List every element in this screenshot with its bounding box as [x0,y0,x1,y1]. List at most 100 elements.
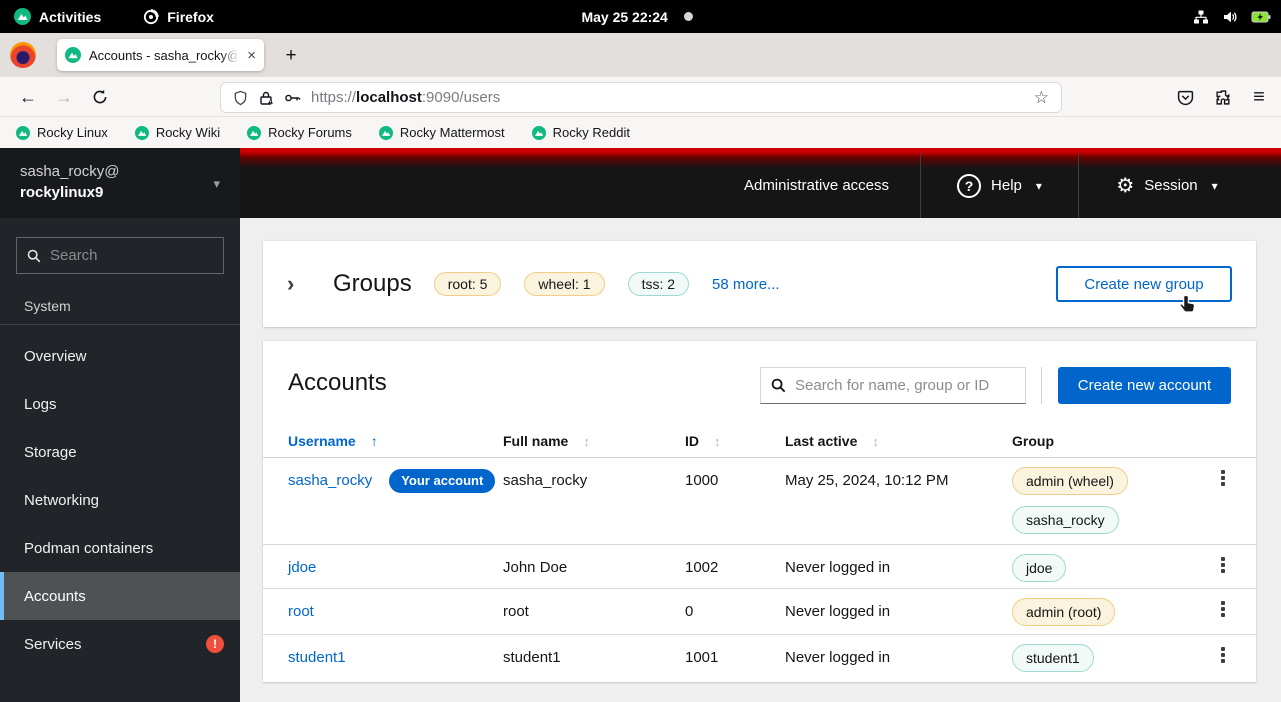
system-status-area[interactable] [1193,0,1271,33]
administrative-access-button[interactable]: Administrative access [713,153,920,218]
sidebar-search-input[interactable]: Search [16,237,224,274]
network-icon [1193,9,1209,25]
search-icon [771,378,786,393]
browser-tab-accounts[interactable]: Accounts - sasha_rocky@ × [57,39,264,71]
sidebar-search-placeholder: Search [50,247,98,264]
sidebar-item-label: Logs [24,396,57,413]
bookmark-label: Rocky Linux [37,125,108,140]
nav-section-system: System [24,298,71,314]
last-active-cell: Never logged in [785,635,1012,672]
sidebar-item-accounts[interactable]: Accounts [0,572,240,620]
new-tab-button[interactable]: + [278,43,304,69]
bookmark-rocky-forums[interactable]: Rocky Forums [247,125,352,140]
rocky-favicon-icon [247,126,261,140]
accounts-panel: Accounts Create new account Username ↑ F… [263,341,1256,682]
full-name-cell: John Doe [503,545,685,582]
create-new-group-button[interactable]: Create new group [1056,266,1232,302]
sidebar-item-storage[interactable]: Storage [0,428,240,476]
column-header-username[interactable]: Username ↑ [288,425,503,457]
full-name-cell: sasha_rocky [503,458,685,534]
column-header-last-active[interactable]: Last active ↕ [785,425,1012,457]
pocket-icon[interactable] [1172,84,1198,110]
administrative-access-label: Administrative access [744,177,889,194]
row-actions-kebab-icon[interactable] [1203,458,1256,534]
column-label: Full name [503,433,568,449]
shield-icon[interactable] [233,90,248,106]
sidebar-username: sasha_rocky@ [20,163,220,180]
bookmark-rocky-wiki[interactable]: Rocky Wiki [135,125,220,140]
row-actions-kebab-icon[interactable] [1203,635,1256,672]
table-row-sasha_rocky: sasha_rocky Your account sasha_rocky 100… [263,458,1256,545]
sidebar-item-podman-containers[interactable]: Podman containers [0,524,240,572]
group-cell: student1 [1012,635,1203,672]
url-scheme: https:// [311,89,356,106]
column-header-actions [1203,425,1256,457]
help-label: Help [991,177,1022,194]
menu-hamburger-icon[interactable]: ≡ [1246,84,1272,110]
bookmark-rocky-reddit[interactable]: Rocky Reddit [532,125,630,140]
firefox-logo-icon [10,42,36,68]
lock-warning-icon[interactable] [258,90,274,106]
session-menu-button[interactable]: ⚙ Session ▾ [1079,153,1255,218]
url-bar[interactable]: https://localhost:9090/users ☆ [220,82,1062,113]
full-name-cell: student1 [503,635,685,672]
host-switcher[interactable]: sasha_rocky@ rockylinux9 ▾ [0,148,240,218]
chevron-down-icon: ▾ [1036,179,1042,193]
bookmark-rocky-mattermost[interactable]: Rocky Mattermost [379,125,505,140]
help-question-icon: ? [957,174,981,198]
gear-icon: ⚙ [1116,176,1134,196]
row-actions-kebab-icon[interactable] [1203,545,1256,582]
table-row-jdoe: jdoe John Doe 1002 Never logged in jdoe [263,545,1256,589]
tab-close-icon[interactable]: × [247,48,256,63]
expand-groups-chevron-icon[interactable]: › [287,271,309,297]
firefox-mono-icon [143,9,159,25]
url-path: :9090/users [422,89,500,106]
create-new-account-button[interactable]: Create new account [1058,367,1231,404]
sidebar-item-logs[interactable]: Logs [0,380,240,428]
username-link[interactable]: jdoe [288,558,316,578]
firefox-appmenu-button[interactable]: Firefox [143,9,214,25]
sidebar-item-networking[interactable]: Networking [0,476,240,524]
sidebar-item-services[interactable]: Services ! [0,620,240,668]
bookmark-star-icon[interactable]: ☆ [1034,88,1049,108]
key-icon[interactable] [284,90,301,106]
username-link[interactable]: sasha_rocky [288,471,372,491]
clock-button[interactable]: May 25 22:24 [581,9,692,25]
forward-button[interactable]: → [50,83,78,111]
chevron-down-icon: ▾ [213,176,220,192]
row-actions-kebab-icon[interactable] [1203,589,1256,626]
sort-icon: ↕ [714,434,721,449]
help-menu-button[interactable]: ? Help ▾ [921,153,1078,218]
reload-button[interactable] [86,83,114,111]
sidebar-divider [0,324,240,325]
username-link[interactable]: student1 [288,648,346,668]
url-text: https://localhost:9090/users [311,89,1024,106]
url-host: localhost [356,89,422,106]
sidebar-item-overview[interactable]: Overview [0,332,240,380]
back-button[interactable]: ← [14,83,42,111]
accounts-search-input[interactable] [795,377,1015,394]
volume-icon [1222,9,1238,25]
column-header-full-name[interactable]: Full name ↕ [503,425,685,457]
tab-title: Accounts - sasha_rocky@ [89,48,239,63]
id-cell: 1001 [685,635,785,672]
last-active-cell: May 25, 2024, 10:12 PM [785,458,1012,534]
column-header-id[interactable]: ID ↕ [685,425,785,457]
username-cell: sasha_rocky Your account [288,458,503,534]
accounts-search-field[interactable] [760,367,1026,404]
more-groups-link[interactable]: 58 more... [712,276,780,293]
activities-button[interactable]: Activities [0,8,101,25]
last-active-cell: Never logged in [785,589,1012,626]
extensions-puzzle-icon[interactable] [1210,84,1236,110]
column-label: Group [1012,433,1054,449]
username-link[interactable]: root [288,602,314,622]
rocky-favicon-icon [16,126,30,140]
sort-icon: ↕ [872,434,879,449]
group-cell: admin (wheel) sasha_rocky [1012,458,1203,534]
battery-icon [1251,10,1271,24]
bookmark-rocky-linux[interactable]: Rocky Linux [16,125,108,140]
sidebar-hostname: rockylinux9 [20,184,220,201]
sidebar-nav: Overview Logs Storage Networking Podman … [0,332,240,668]
firefox-tab-bar: Accounts - sasha_rocky@ × + [0,33,1281,77]
firefox-appmenu-label: Firefox [167,9,214,25]
